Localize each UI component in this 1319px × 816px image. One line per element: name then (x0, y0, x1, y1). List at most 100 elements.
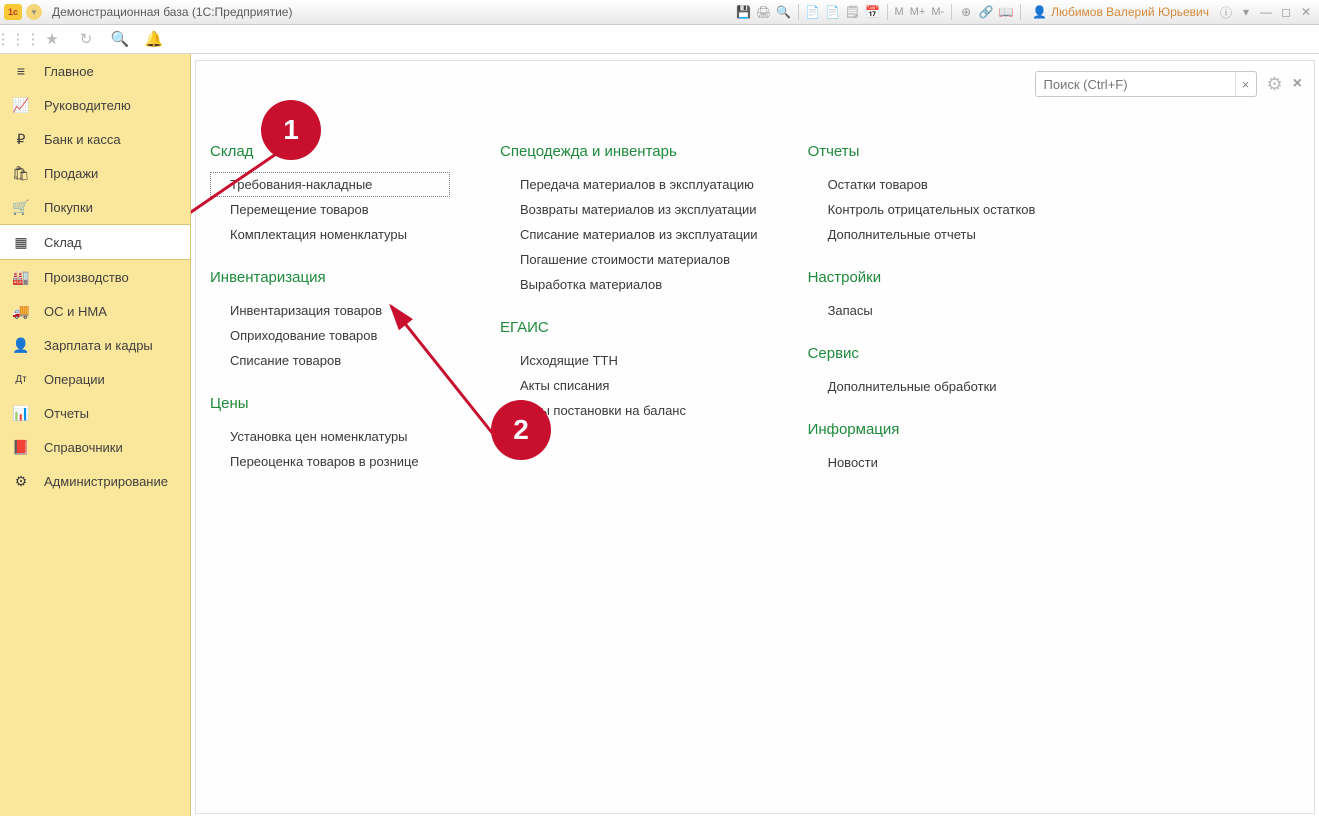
group-egais[interactable]: ЕГАИС (500, 319, 758, 336)
nav-operations[interactable]: Дт Операции (0, 362, 190, 396)
group-workwear[interactable]: Спецодежда и инвентарь (500, 143, 758, 160)
column-1: Склад Требования-накладные Перемещение т… (210, 143, 450, 475)
link-revalue[interactable]: Переоценка товаров в рознице (210, 449, 450, 474)
nav-label: Склад (44, 235, 82, 250)
separator (951, 4, 952, 20)
calendar-icon[interactable]: 📅 (864, 3, 882, 21)
print-icon[interactable]: 🖨 (755, 3, 773, 21)
close-window-icon[interactable]: ✕ (1297, 3, 1315, 21)
dtkt-icon: Дт (12, 370, 30, 388)
clear-search-button[interactable]: × (1235, 72, 1256, 96)
nav-manager[interactable]: 📈Руководителю (0, 88, 190, 122)
search-input[interactable] (1036, 77, 1235, 92)
nav-label: Операции (44, 372, 105, 387)
warehouse-icon: ▦ (12, 233, 30, 251)
link-return-mat[interactable]: Возвраты материалов из эксплуатации (500, 197, 758, 222)
link-requirements[interactable]: Требования-накладные (210, 172, 450, 197)
dropdown-icon[interactable]: ▾ (1237, 3, 1255, 21)
minimize-icon[interactable]: — (1257, 3, 1275, 21)
nav-refs[interactable]: 📕Справочники (0, 430, 190, 464)
secondary-toolbar: ⋮⋮⋮ ★ ↻ 🔍 🔔 (0, 25, 1319, 54)
star-icon[interactable]: ★ (42, 29, 62, 49)
app-logo: 1c (4, 4, 22, 20)
memory-mplus[interactable]: M+ (908, 6, 928, 18)
history-icon[interactable]: ↻ (76, 29, 96, 49)
chart-icon: 📈 (12, 96, 30, 114)
nav-label: Банк и касса (44, 132, 121, 147)
titlebar: 1c ▾ Демонстрационная база (1С:Предприят… (0, 0, 1319, 25)
link-complectation[interactable]: Комплектация номенклатуры (210, 222, 450, 247)
link-addl-reports[interactable]: Дополнительные отчеты (808, 222, 1048, 247)
menu-icon: ≡ (12, 62, 30, 80)
info-icon[interactable]: ⓘ (1217, 3, 1235, 21)
group-prices[interactable]: Цены (210, 395, 450, 412)
link-cost-mat[interactable]: Погашение стоимости материалов (500, 247, 758, 272)
ruble-icon: ₽ (12, 130, 30, 148)
link-neg-control[interactable]: Контроль отрицательных остатков (808, 197, 1048, 222)
memory-mminus[interactable]: M- (929, 6, 946, 18)
link-transfer-mat[interactable]: Передача материалов в эксплуатацию (500, 172, 758, 197)
settings-gear-icon[interactable]: ⚙ (1267, 74, 1283, 95)
doc2-icon[interactable]: 📄 (824, 3, 842, 21)
preview-icon[interactable]: 🔍 (775, 3, 793, 21)
group-warehouse[interactable]: Склад (210, 143, 450, 160)
nav-label: Производство (44, 270, 129, 285)
link-addl-processing[interactable]: Дополнительные обработки (808, 374, 1048, 399)
nav-reports[interactable]: 📊Отчеты (0, 396, 190, 430)
link-inv-goods[interactable]: Инвентаризация товаров (210, 298, 450, 323)
link-output-mat[interactable]: Выработка материалов (500, 272, 758, 297)
maximize-icon[interactable]: ◻ (1277, 3, 1295, 21)
nav-purchases[interactable]: 🛒Покупки (0, 190, 190, 224)
group-inventory[interactable]: Инвентаризация (210, 269, 450, 286)
save-icon[interactable]: 💾 (735, 3, 753, 21)
memory-m[interactable]: M (893, 6, 906, 18)
nav-label: Зарплата и кадры (44, 338, 153, 353)
link-balance-acts[interactable]: Акты постановки на баланс (500, 398, 758, 423)
nav-admin[interactable]: ⚙Администрирование (0, 464, 190, 498)
nav-label: Администрирование (44, 474, 168, 489)
link-writeoff-acts[interactable]: Акты списания (500, 373, 758, 398)
report-icon: 📊 (12, 404, 30, 422)
bell-icon[interactable]: 🔔 (144, 29, 164, 49)
nav-label: Справочники (44, 440, 123, 455)
user-icon: 👤 (1032, 5, 1047, 19)
nav-sales[interactable]: 🛍Продажи (0, 156, 190, 190)
book-icon[interactable]: 📖 (997, 3, 1015, 21)
nav-assets[interactable]: 🚚ОС и НМА (0, 294, 190, 328)
search-box: × (1035, 71, 1257, 97)
separator (798, 4, 799, 20)
main-menu-dropdown[interactable]: ▾ (26, 4, 42, 20)
nav-main[interactable]: ≡ Главное (0, 54, 190, 88)
grid-icon[interactable]: ⋮⋮⋮ (8, 29, 28, 49)
link-set-prices[interactable]: Установка цен номенклатуры (210, 424, 450, 449)
link-stock-remains[interactable]: Остатки товаров (808, 172, 1048, 197)
nav-label: Главное (44, 64, 94, 79)
nav-bank[interactable]: ₽ Банк и касса (0, 122, 190, 156)
column-2: Спецодежда и инвентарь Передача материал… (500, 143, 758, 475)
zoom-icon[interactable]: ⊕ (957, 3, 975, 21)
link-icon[interactable]: 🔗 (977, 3, 995, 21)
truck-icon: 🚚 (12, 302, 30, 320)
link-move-goods[interactable]: Перемещение товаров (210, 197, 450, 222)
group-info[interactable]: Информация (808, 421, 1048, 438)
group-settings[interactable]: Настройки (808, 269, 1048, 286)
factory-icon: 🏭 (12, 268, 30, 286)
link-stocks[interactable]: Запасы (808, 298, 1048, 323)
link-inv-writeoff[interactable]: Списание товаров (210, 348, 450, 373)
doc1-icon[interactable]: 📄 (804, 3, 822, 21)
cart-icon: 🛒 (12, 198, 30, 216)
search-tb-icon[interactable]: 🔍 (110, 29, 130, 49)
nav-payroll[interactable]: 👤Зарплата и кадры (0, 328, 190, 362)
group-reports[interactable]: Отчеты (808, 143, 1048, 160)
link-news[interactable]: Новости (808, 450, 1048, 475)
link-out-ttn[interactable]: Исходящие ТТН (500, 348, 758, 373)
nav-production[interactable]: 🏭 Производство (0, 260, 190, 294)
current-user[interactable]: 👤 Любимов Валерий Юрьевич (1032, 5, 1209, 19)
link-inv-received[interactable]: Оприходование товаров (210, 323, 450, 348)
close-panel-icon[interactable]: × (1293, 75, 1302, 93)
link-writeoff-mat[interactable]: Списание материалов из эксплуатации (500, 222, 758, 247)
calc-icon[interactable]: 🗒 (844, 3, 862, 21)
nav-warehouse[interactable]: ▦ Склад (0, 224, 190, 260)
group-service[interactable]: Сервис (808, 345, 1048, 362)
separator (887, 4, 888, 20)
